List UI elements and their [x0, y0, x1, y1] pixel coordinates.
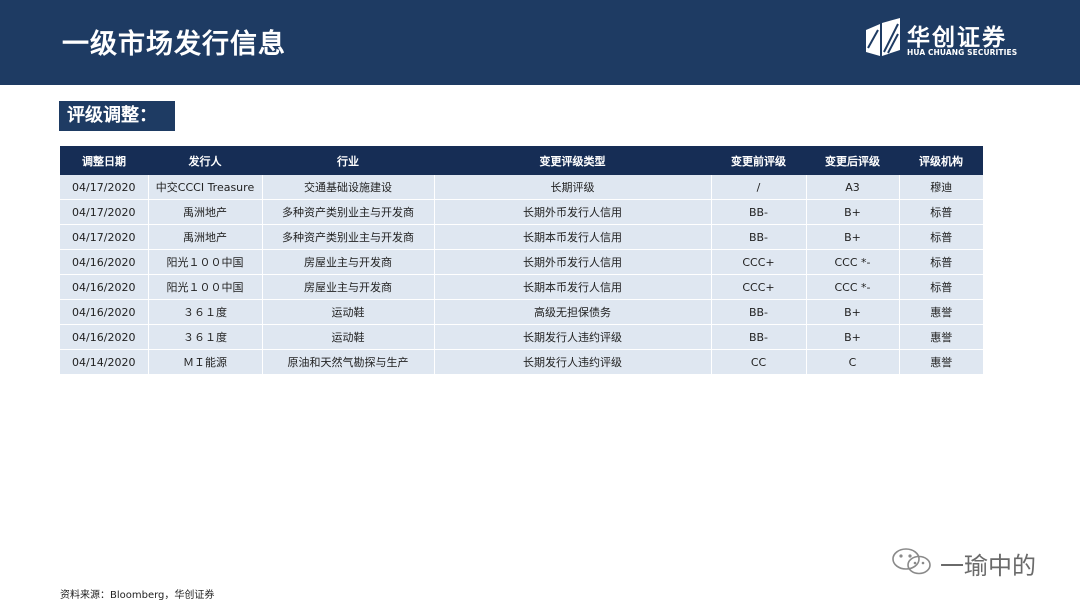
table-cell: 多种资产类别业主与开发商	[262, 224, 435, 250]
table-cell: C	[806, 349, 900, 375]
table-cell: 房屋业主与开发商	[262, 249, 435, 275]
column-header: 调整日期	[60, 146, 148, 175]
table-cell: ＭＩ能源	[148, 349, 263, 375]
table-cell: 惠誉	[899, 324, 983, 350]
table-cell: 标普	[899, 224, 983, 250]
table-cell: 04/16/2020	[60, 324, 149, 350]
table-cell: /	[711, 175, 807, 200]
table-cell: 长期发行人违约评级	[434, 324, 712, 350]
table-cell: ３６１度	[148, 324, 263, 350]
source-note: 资料来源：Bloomberg，华创证券	[60, 590, 215, 601]
table-cell: B+	[806, 324, 900, 350]
table-cell: 标普	[899, 274, 983, 300]
table-cell: 04/14/2020	[60, 349, 149, 375]
table-cell: 多种资产类别业主与开发商	[262, 199, 435, 225]
table-cell: 04/16/2020	[60, 274, 149, 300]
table-cell: 长期外币发行人信用	[434, 199, 712, 225]
table-cell: 惠誉	[899, 299, 983, 325]
table-cell: CCC+	[711, 249, 807, 275]
table-cell: 运动鞋	[262, 299, 435, 325]
column-header: 变更前评级	[711, 146, 806, 175]
header-bar: 一级市场发行信息 华创证券 HUA CHUANG SECURITIES	[0, 0, 1080, 85]
table-cell: B+	[806, 224, 900, 250]
table-cell: ３６１度	[148, 299, 263, 325]
table-cell: BB-	[711, 299, 807, 325]
table-cell: 长期发行人违约评级	[434, 349, 712, 375]
table-cell: 04/17/2020	[60, 199, 149, 225]
table-cell: 04/17/2020	[60, 175, 149, 200]
table-cell: CC	[711, 349, 807, 375]
table-cell: 禹洲地产	[148, 199, 263, 225]
table-cell: 阳光１００中国	[148, 249, 263, 275]
table-cell: 原油和天然气勘探与生产	[262, 349, 435, 375]
table-row: 04/17/2020 禹洲地产 多种资产类别业主与开发商 长期本币发行人信用 B…	[60, 224, 983, 250]
table-row: 04/17/2020 禹洲地产 多种资产类别业主与开发商 长期外币发行人信用 B…	[60, 199, 983, 225]
table-row: 04/16/2020 阳光１００中国 房屋业主与开发商 长期本币发行人信用 CC…	[60, 274, 983, 300]
table-cell: 长期本币发行人信用	[434, 224, 712, 250]
table-cell: B+	[806, 299, 900, 325]
table-row: 04/16/2020 阳光１００中国 房屋业主与开发商 长期外币发行人信用 CC…	[60, 249, 983, 275]
column-header: 变更后评级	[806, 146, 899, 175]
table-cell: 中交CCCI Treasure	[148, 175, 263, 200]
table-cell: 04/16/2020	[60, 299, 149, 325]
column-header: 评级机构	[899, 146, 983, 175]
table-row: 04/16/2020 ３６１度 运动鞋 长期发行人违约评级 BB- B+ 惠誉	[60, 324, 983, 350]
table-cell: 04/17/2020	[60, 224, 149, 250]
wechat-icon	[892, 548, 931, 575]
watermark-text: 一瑜中的	[940, 552, 1036, 580]
table-header-row: 调整日期 发行人 行业 变更评级类型 变更前评级 变更后评级 评级机构	[60, 146, 983, 175]
table-cell: 运动鞋	[262, 324, 435, 350]
table-cell: 禹洲地产	[148, 224, 263, 250]
company-logo: 华创证券 HUA CHUANG SECURITIES	[864, 18, 1024, 62]
table-cell: CCC+	[711, 274, 807, 300]
table-cell: BB-	[711, 199, 807, 225]
column-header: 变更评级类型	[434, 146, 711, 175]
table-row: 04/17/2020 中交CCCI Treasure 交通基础设施建设 长期评级…	[60, 175, 983, 200]
table-cell: 穆迪	[899, 175, 983, 200]
column-header: 行业	[262, 146, 434, 175]
table-cell: 04/16/2020	[60, 249, 149, 275]
table-cell: A3	[806, 175, 900, 200]
page-title: 一级市场发行信息	[62, 29, 286, 60]
table-cell: BB-	[711, 224, 807, 250]
rating-adjustments-table: 调整日期 发行人 行业 变更评级类型 变更前评级 变更后评级 评级机构 04/1…	[60, 146, 983, 375]
table-cell: 标普	[899, 249, 983, 275]
table-cell: 阳光１００中国	[148, 274, 263, 300]
table-cell: CCC *-	[806, 249, 900, 275]
table-cell: 高级无担保债务	[434, 299, 712, 325]
watermark: 一瑜中的	[890, 546, 1050, 580]
table-cell: 标普	[899, 199, 983, 225]
section-label: 评级调整：	[59, 101, 175, 131]
logo-english-name: HUA CHUANG SECURITIES	[907, 48, 1018, 57]
table-row: 04/16/2020 ３６１度 运动鞋 高级无担保债务 BB- B+ 惠誉	[60, 299, 983, 325]
column-header: 发行人	[148, 146, 262, 175]
table-cell: 惠誉	[899, 349, 983, 375]
table-cell: BB-	[711, 324, 807, 350]
table-cell: 长期本币发行人信用	[434, 274, 712, 300]
table-cell: 长期外币发行人信用	[434, 249, 712, 275]
table-cell: 房屋业主与开发商	[262, 274, 435, 300]
table-cell: 长期评级	[434, 175, 712, 200]
logo-mark-icon	[866, 18, 900, 56]
table-cell: CCC *-	[806, 274, 900, 300]
table-cell: 交通基础设施建设	[262, 175, 435, 200]
table-cell: B+	[806, 199, 900, 225]
table-row: 04/14/2020 ＭＩ能源 原油和天然气勘探与生产 长期发行人违约评级 CC…	[60, 349, 983, 375]
logo-chinese-name: 华创证券	[907, 25, 1007, 51]
